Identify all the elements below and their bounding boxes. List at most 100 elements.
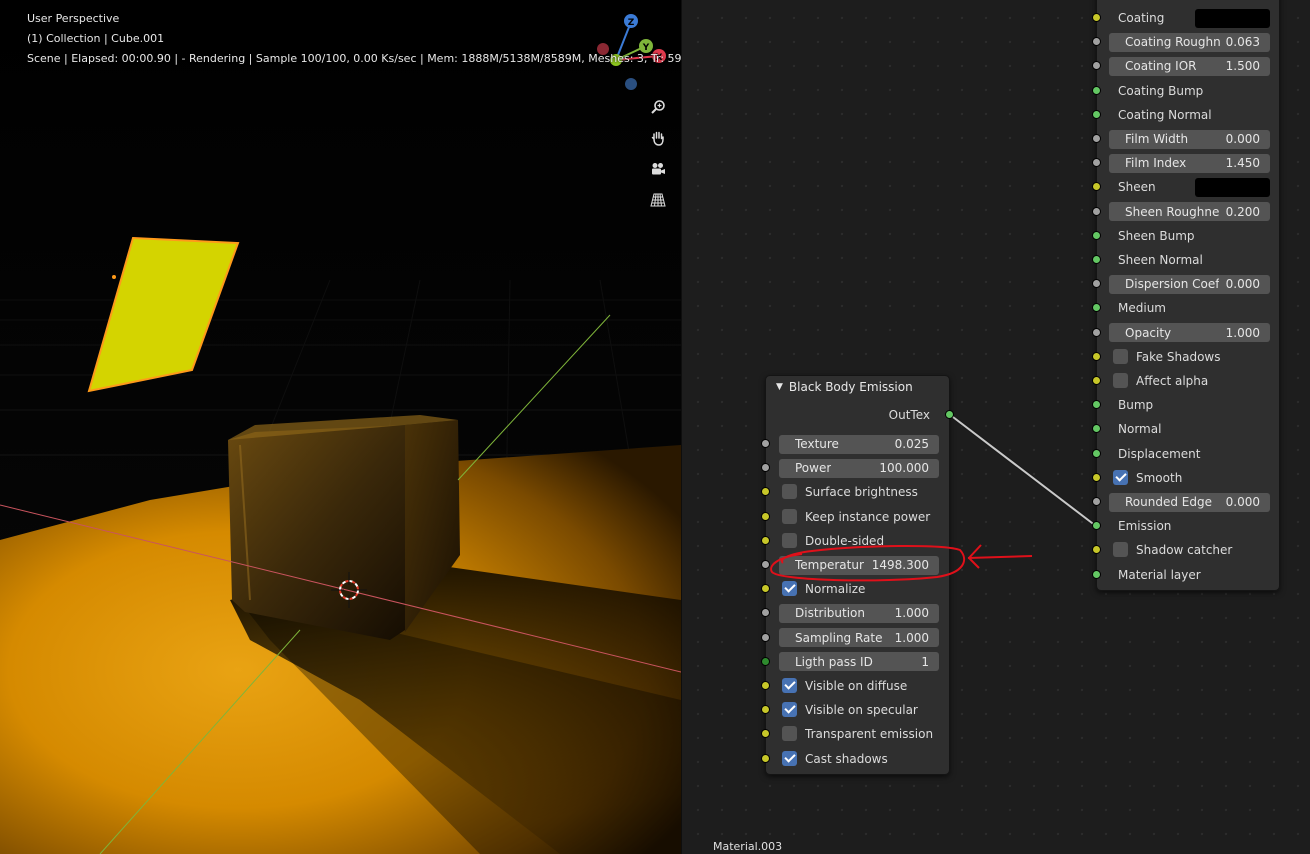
input-socket[interactable] [1092, 497, 1101, 506]
node-row-coating-ior: Coating IOR 1.500 [1092, 56, 1279, 76]
camera-icon[interactable] [647, 158, 669, 180]
input-socket[interactable] [1092, 327, 1101, 337]
input-socket[interactable] [761, 705, 770, 715]
input-socket[interactable] [761, 656, 770, 666]
visible-on-diffuse-checkbox[interactable] [782, 678, 797, 693]
input-socket[interactable] [761, 729, 770, 739]
input-socket[interactable] [1092, 37, 1101, 47]
row-label: Material layer [1118, 567, 1201, 582]
cast-shadows-checkbox[interactable] [782, 750, 797, 766]
power-field[interactable]: Power 100.000 [779, 458, 939, 478]
shadow-catcher-checkbox[interactable] [1113, 542, 1128, 558]
input-socket[interactable] [761, 535, 770, 545]
render-scene: Z Y X [0, 0, 681, 854]
sampling-rate-field[interactable]: Sampling Rate 1.000 [779, 628, 939, 648]
film-index-field[interactable]: Film Index 1.450 [1109, 153, 1270, 173]
input-socket[interactable] [1092, 61, 1101, 71]
surface-brightness-checkbox[interactable] [782, 484, 797, 500]
node-row-affect-alpha: Affect alpha [1092, 371, 1279, 391]
input-socket[interactable] [761, 753, 770, 763]
output-socket[interactable] [945, 410, 954, 419]
checkbox-label: Shadow catcher [1136, 543, 1233, 558]
field-value: 0.000 [1225, 277, 1260, 292]
coating-roughn-field[interactable]: Coating Roughn 0.063 [1109, 32, 1270, 52]
input-socket[interactable] [1092, 134, 1101, 143]
input-socket[interactable] [761, 487, 770, 497]
node-row-material-layer: Material layer [1092, 565, 1279, 585]
input-socket[interactable] [1092, 255, 1101, 264]
input-socket[interactable] [1092, 545, 1101, 555]
input-socket[interactable] [1092, 424, 1101, 434]
input-socket[interactable] [1092, 569, 1101, 579]
collection-label: (1) Collection | Cube.001 [27, 32, 165, 45]
smooth-checkbox[interactable] [1113, 469, 1128, 485]
field-label: Rounded Edge [1125, 495, 1212, 509]
coating-ior-field[interactable]: Coating IOR 1.500 [1109, 56, 1270, 76]
3d-viewport[interactable]: Z Y X User Perspective (1) Collection | … [0, 0, 681, 854]
input-socket[interactable] [1092, 351, 1101, 361]
zoom-icon[interactable] [647, 96, 669, 118]
node-row-sheen-normal: Sheen Normal [1092, 250, 1279, 270]
sheen-roughne-field[interactable]: Sheen Roughne 0.200 [1109, 202, 1270, 222]
field-value: 1.000 [1225, 325, 1260, 340]
checkbox-label: Cast shadows [805, 751, 888, 766]
input-socket[interactable] [1092, 472, 1101, 482]
field-label: Texture [795, 437, 839, 451]
input-socket[interactable] [1092, 376, 1101, 385]
texture-field[interactable]: Texture 0.025 [779, 434, 939, 454]
input-socket[interactable] [1092, 206, 1101, 216]
input-socket[interactable] [1092, 158, 1101, 168]
input-socket[interactable] [1092, 85, 1101, 95]
fake-shadows-checkbox[interactable] [1113, 348, 1128, 364]
transparent-emission-checkbox[interactable] [782, 726, 797, 742]
input-socket[interactable] [761, 560, 770, 569]
input-socket[interactable] [1092, 182, 1101, 192]
input-socket[interactable] [1092, 279, 1101, 289]
node-row-double-sided: Double-sided [761, 531, 949, 551]
rounded-edge-field[interactable]: Rounded Edge 0.000 [1109, 492, 1270, 512]
normalize-checkbox[interactable] [782, 581, 797, 597]
visible-on-specular-checkbox[interactable] [782, 702, 797, 718]
field-value: 0.200 [1225, 204, 1260, 219]
dispersion-coef-field[interactable]: Dispersion Coef 0.000 [1109, 274, 1270, 294]
keep-instance-power-checkbox[interactable] [782, 508, 797, 524]
input-socket[interactable] [1092, 13, 1101, 22]
temperatur-field[interactable]: Temperatur 1498.300 [779, 555, 939, 575]
distribution-field[interactable]: Distribution 1.000 [779, 603, 939, 623]
input-socket[interactable] [761, 632, 770, 642]
opacity-field[interactable]: Opacity 1.000 [1109, 323, 1270, 343]
input-socket[interactable] [1092, 303, 1101, 313]
input-socket[interactable] [1092, 400, 1101, 410]
sheen-color-swatch[interactable] [1195, 177, 1270, 197]
ligth-pass-id-field[interactable]: Ligth pass ID 1 [779, 652, 939, 672]
field-label: Coating Roughn [1125, 35, 1220, 50]
input-socket[interactable] [761, 608, 770, 618]
node-editor[interactable]: Coating Coating Roughn 0.063 Coating IOR 1.5… [682, 0, 1310, 854]
double-sided-checkbox[interactable] [782, 532, 797, 548]
input-socket[interactable] [1092, 109, 1101, 119]
film-width-field[interactable]: Film Width 0.000 [1109, 129, 1270, 149]
black-body-emission-node[interactable]: ▼ Black Body Emission OutTex Texture 0.02… [761, 375, 954, 775]
grid-perspective-icon[interactable] [647, 189, 669, 211]
input-socket[interactable] [1092, 448, 1101, 458]
row-label: Coating [1118, 11, 1165, 25]
field-value: 0.063 [1225, 35, 1260, 50]
node-row-sampling-rate: Sampling Rate 1.000 [761, 628, 949, 648]
field-value: 1.500 [1225, 59, 1260, 74]
node-header[interactable]: ▼ Black Body Emission [766, 376, 949, 398]
principled-material-node[interactable]: Coating Coating Roughn 0.063 Coating IOR 1.5… [1092, 0, 1280, 591]
input-socket[interactable] [761, 511, 770, 521]
input-socket[interactable] [761, 439, 770, 448]
affect-alpha-checkbox[interactable] [1113, 373, 1128, 388]
field-value: 100.000 [879, 461, 929, 476]
row-label: Emission [1118, 519, 1172, 534]
input-socket[interactable] [761, 584, 770, 594]
svg-text:Z: Z [628, 18, 635, 28]
input-socket[interactable] [761, 463, 770, 473]
hand-pan-icon[interactable] [647, 127, 669, 149]
coating-color-swatch[interactable] [1195, 8, 1270, 28]
input-socket[interactable] [761, 681, 770, 690]
input-socket[interactable] [1092, 521, 1101, 531]
collapse-arrow-icon[interactable]: ▼ [776, 382, 783, 392]
input-socket[interactable] [1092, 230, 1101, 240]
